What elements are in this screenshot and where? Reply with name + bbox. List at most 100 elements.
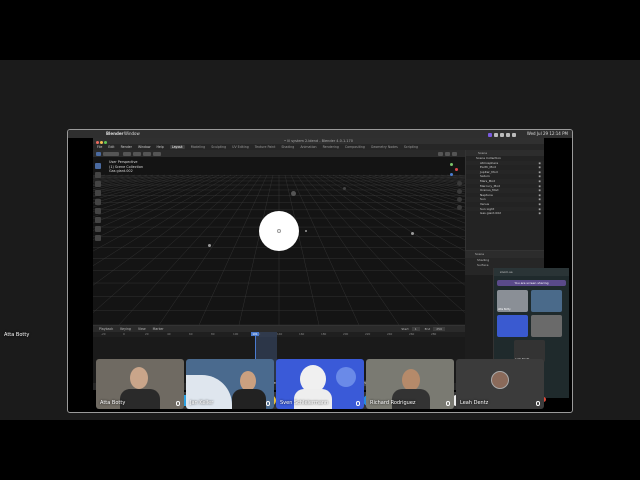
planet-object[interactable] [208,244,211,247]
camera-view-icon[interactable] [457,197,462,202]
tab-scripting[interactable]: Scripting [404,145,418,149]
tab-sculpting[interactable]: Sculpting [211,145,226,149]
axis-y-icon[interactable] [450,163,453,166]
tab-modeling[interactable]: Modeling [191,145,206,149]
participant-tile[interactable]: Leah Dentz [456,359,544,409]
participant-tile[interactable]: Richard Rodriguez [366,359,454,409]
mic-icon [446,401,450,406]
menu-help[interactable]: Help [157,145,164,149]
grid-line [93,174,250,313]
zoom-icon[interactable] [457,181,462,186]
add-cube-tool-icon[interactable] [95,235,101,241]
tab-texture-paint[interactable]: Texture Paint [255,145,276,149]
viewport-active-object: Gas giant.002 [109,169,133,173]
menu-edit[interactable]: Edit [108,145,114,149]
macos-clock[interactable]: Wed Jul 29 12:14 PM [527,130,568,138]
ruler-tick-label: 60 [189,332,193,336]
grid-line [93,174,214,224]
tab-animation[interactable]: Animation [300,145,316,149]
select-tool-icon[interactable] [95,163,101,169]
shading-mode-icon[interactable] [438,151,443,156]
timeline-menu-marker[interactable]: Marker [153,327,164,331]
mini-participant-tile[interactable]: Atta Botty [497,290,528,312]
tray-icon[interactable] [488,133,492,137]
outliner[interactable]: Scene Scene Collection Atmosphere ◉ Earth… [465,150,544,250]
mini-participant-tile[interactable] [497,315,528,337]
presenter-name: Atta Botty [4,332,30,338]
eye-icon[interactable]: ◉ [538,211,541,216]
axis-z-icon[interactable] [450,173,453,176]
tray-icon[interactable] [506,133,510,137]
menu-file[interactable]: File [97,145,102,149]
outliner-item[interactable]: Gas giant.002 ◉ [466,211,544,216]
screen-sharing-indicator: You are screen sharing [497,280,566,286]
menu-window[interactable]: Window [138,145,151,149]
outliner-item-label: Mercury_Mod [480,183,500,188]
macos-menu-window[interactable]: Window [124,130,140,138]
timeline-menu-view[interactable]: View [138,327,146,331]
editor-type-icon[interactable] [96,151,101,156]
timeline-menu-playback[interactable]: Playback [99,327,113,331]
scale-tool-icon[interactable] [95,199,101,205]
axis-x-icon[interactable] [455,168,458,171]
current-frame-indicator[interactable]: 101 [251,332,259,336]
mini-participant-tile[interactable] [531,290,562,312]
tray-icon[interactable] [494,133,498,137]
timeline-menu-keying[interactable]: Keying [120,327,131,331]
add-menu-icon[interactable] [143,151,151,156]
annotate-tool-icon[interactable] [95,217,101,223]
move-tool-icon[interactable] [95,181,101,187]
grid-line [118,174,256,325]
macos-app-name[interactable]: Blender [106,130,124,138]
menu-render[interactable]: Render [121,145,132,149]
navigation-gizmo[interactable] [445,163,459,177]
tab-geometry-nodes[interactable]: Geometry Nodes [371,145,398,149]
tab-compositing[interactable]: Compositing [345,145,365,149]
3d-viewport[interactable]: User Perspective (1) Scene Collection Ga… [93,157,465,325]
tray-icon[interactable] [500,133,504,137]
participant-tile[interactable]: Sven Schleiermann [276,359,364,409]
object-menu-icon[interactable] [153,151,161,156]
end-frame-field[interactable]: 250 [433,327,445,331]
planet-object[interactable] [411,232,414,235]
render-mode-icon[interactable] [452,151,457,156]
grid-line [326,174,465,252]
cursor-tool-icon[interactable] [95,172,101,178]
outliner-item-label: Atmosphere [480,160,499,165]
measure-tool-icon[interactable] [95,226,101,232]
start-frame-field[interactable]: 1 [411,327,420,331]
tab-rendering[interactable]: Rendering [323,145,339,149]
participant-tile[interactable]: Jan Keller [186,359,274,409]
grid-line [320,174,465,266]
grid-line [290,174,360,325]
planet-object[interactable] [291,191,296,196]
end-frame-label: End [424,327,431,331]
grid-line [93,174,238,266]
grid-line [308,174,465,313]
mini-participant-tile[interactable] [531,315,562,337]
planet-object[interactable] [343,187,346,190]
tab-layout[interactable]: Layout [169,145,185,149]
overlay-icon[interactable] [445,151,450,156]
tool-shelf [95,163,103,253]
select-menu-icon[interactable] [133,151,141,156]
ruler-tick-label: 180 [321,332,327,336]
tab-uv-editing[interactable]: UV Editing [232,145,249,149]
viewport-navigation-tools [457,181,463,213]
mode-select-icon[interactable] [103,151,119,156]
grid-line [392,174,465,192]
view-menu-icon[interactable] [123,151,131,156]
participant-name: Sven Schleiermann [280,400,329,406]
ruler-tick-label: 100 [233,332,239,336]
menubar-tray-icons[interactable] [488,132,528,137]
transform-tool-icon[interactable] [95,208,101,214]
tray-icon[interactable] [512,133,516,137]
participant-tile[interactable]: Atta Botty [96,359,184,409]
rotate-tool-icon[interactable] [95,190,101,196]
tab-shading[interactable]: Shading [281,145,294,149]
planet-object[interactable] [305,230,307,232]
pan-hand-icon[interactable] [457,189,462,194]
perspective-toggle-icon[interactable] [457,205,462,210]
participant-name: Leah Dentz [460,400,489,406]
mic-icon [176,401,180,406]
